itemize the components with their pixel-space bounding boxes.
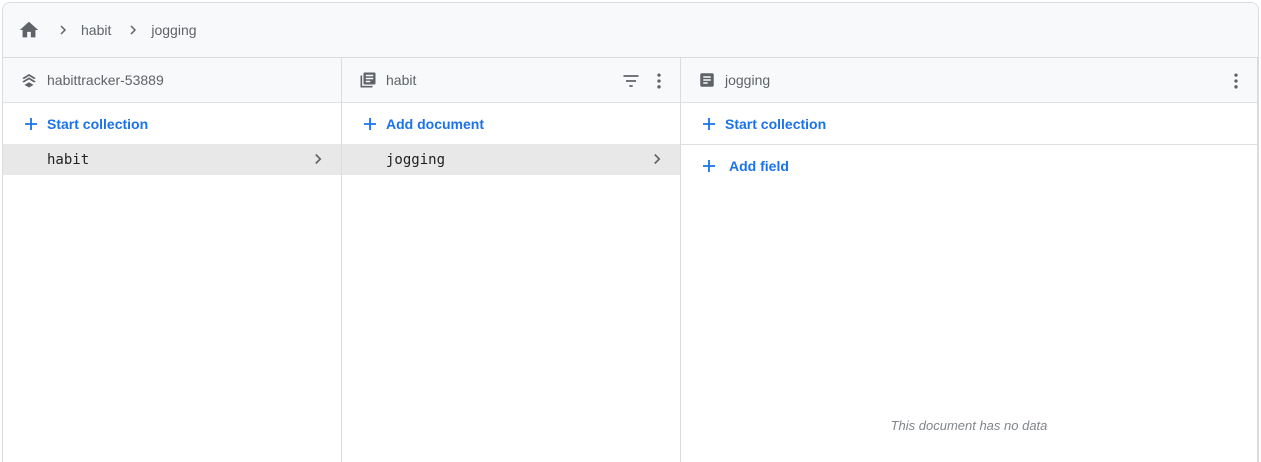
start-subcollection-button[interactable]: Start collection <box>681 103 1257 144</box>
more-vert-icon[interactable] <box>648 70 670 92</box>
add-field-button[interactable]: Add field <box>681 145 1257 186</box>
chevron-right-icon <box>51 18 75 42</box>
project-column-header: habittracker-53889 <box>3 58 341 103</box>
document-column: jogging Start collection Add field This … <box>681 58 1258 462</box>
start-collection-label: Start collection <box>725 115 827 132</box>
firestore-database-icon <box>19 70 39 90</box>
plus-icon <box>699 156 719 176</box>
start-collection-button[interactable]: Start collection <box>3 103 341 144</box>
document-title: jogging <box>725 72 771 88</box>
start-collection-label: Start collection <box>47 115 149 132</box>
breadcrumb-item-jogging[interactable]: jogging <box>151 22 196 38</box>
document-icon <box>697 70 717 90</box>
add-field-label: Add field <box>729 157 789 174</box>
document-item-jogging[interactable]: jogging <box>342 144 680 175</box>
chevron-right-icon <box>646 148 668 170</box>
collection-item-habit[interactable]: habit <box>3 144 341 175</box>
add-document-button[interactable]: Add document <box>342 103 680 144</box>
document-column-header: jogging <box>681 58 1257 103</box>
breadcrumb: habit jogging <box>3 3 1258 58</box>
breadcrumb-item-habit[interactable]: habit <box>81 22 111 38</box>
collection-icon <box>358 70 378 90</box>
chevron-right-icon <box>121 18 145 42</box>
chevron-right-icon <box>307 148 329 170</box>
plus-icon <box>699 114 719 134</box>
list-item-label: habit <box>47 151 90 168</box>
empty-document-message: This document has no data <box>890 418 1048 433</box>
home-icon[interactable] <box>17 18 41 42</box>
project-column: habittracker-53889 Start collection habi… <box>3 58 342 462</box>
collection-column-header: habit <box>342 58 680 103</box>
document-header-actions <box>1225 58 1247 103</box>
more-vert-icon[interactable] <box>1225 70 1247 92</box>
plus-icon <box>21 114 41 134</box>
collection-column: habit Add document jogging <box>342 58 681 462</box>
firestore-data-viewer: habit jogging habittracker-53889 Start c… <box>2 2 1259 462</box>
add-document-label: Add document <box>386 115 484 132</box>
filter-icon[interactable] <box>620 70 642 92</box>
collection-title: habit <box>386 72 417 88</box>
project-title: habittracker-53889 <box>47 72 164 88</box>
plus-icon <box>360 114 380 134</box>
list-item-label: jogging <box>386 151 446 168</box>
collection-header-actions <box>620 58 670 103</box>
